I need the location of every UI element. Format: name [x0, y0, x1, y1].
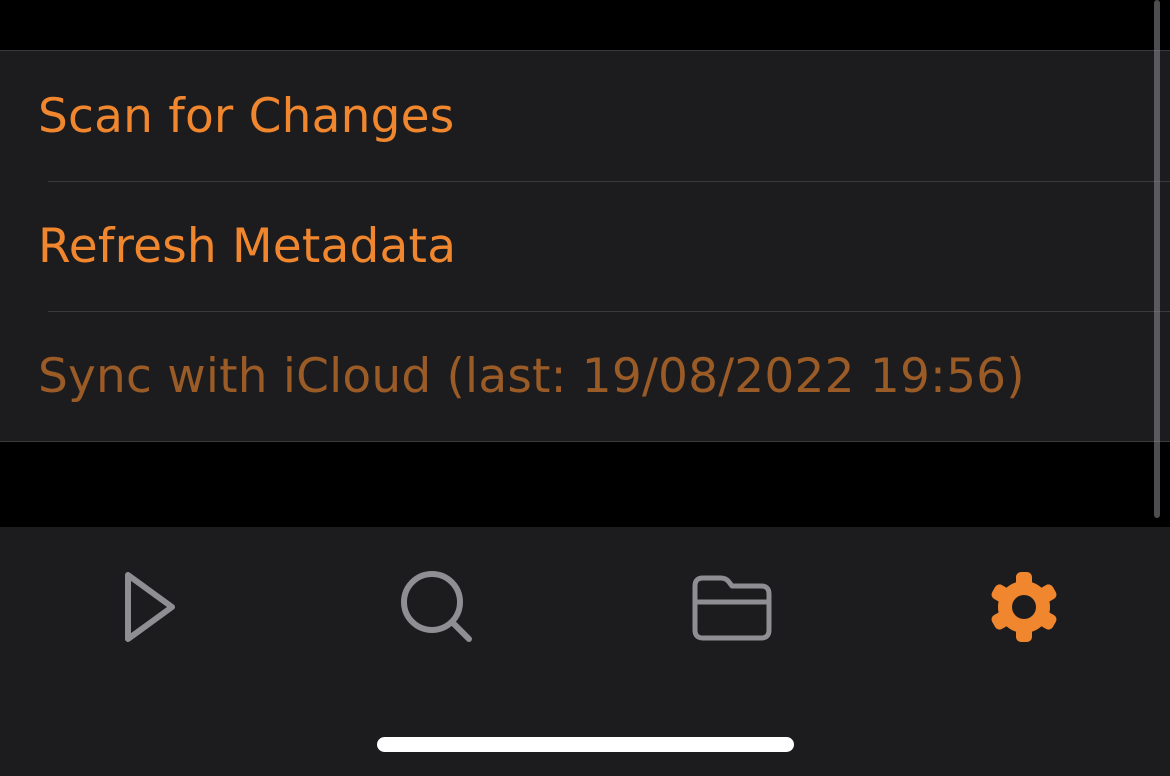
scan-for-changes-label: Scan for Changes	[38, 88, 455, 144]
settings-screen: Scan for Changes Refresh Metadata Sync w…	[0, 0, 1170, 776]
tab-settings[interactable]	[974, 567, 1074, 647]
tab-search[interactable]	[387, 567, 487, 647]
scan-for-changes-row[interactable]: Scan for Changes	[0, 51, 1170, 181]
tab-bar	[0, 527, 1170, 776]
gear-icon	[991, 572, 1057, 642]
folder-icon	[692, 575, 772, 641]
tab-play[interactable]	[100, 567, 200, 647]
sync-icloud-row: Sync with iCloud (last: 19/08/2022 19:56…	[0, 311, 1170, 441]
settings-actions-group: Scan for Changes Refresh Metadata Sync w…	[0, 50, 1170, 442]
home-indicator[interactable]	[377, 737, 794, 752]
search-icon	[401, 571, 472, 642]
play-icon	[125, 572, 175, 642]
tab-library[interactable]	[682, 567, 782, 647]
sync-icloud-label: Sync with iCloud (last: 19/08/2022 19:56…	[38, 348, 1025, 404]
refresh-metadata-row[interactable]: Refresh Metadata	[0, 181, 1170, 311]
refresh-metadata-label: Refresh Metadata	[38, 218, 457, 274]
scroll-indicator[interactable]	[1154, 0, 1160, 518]
